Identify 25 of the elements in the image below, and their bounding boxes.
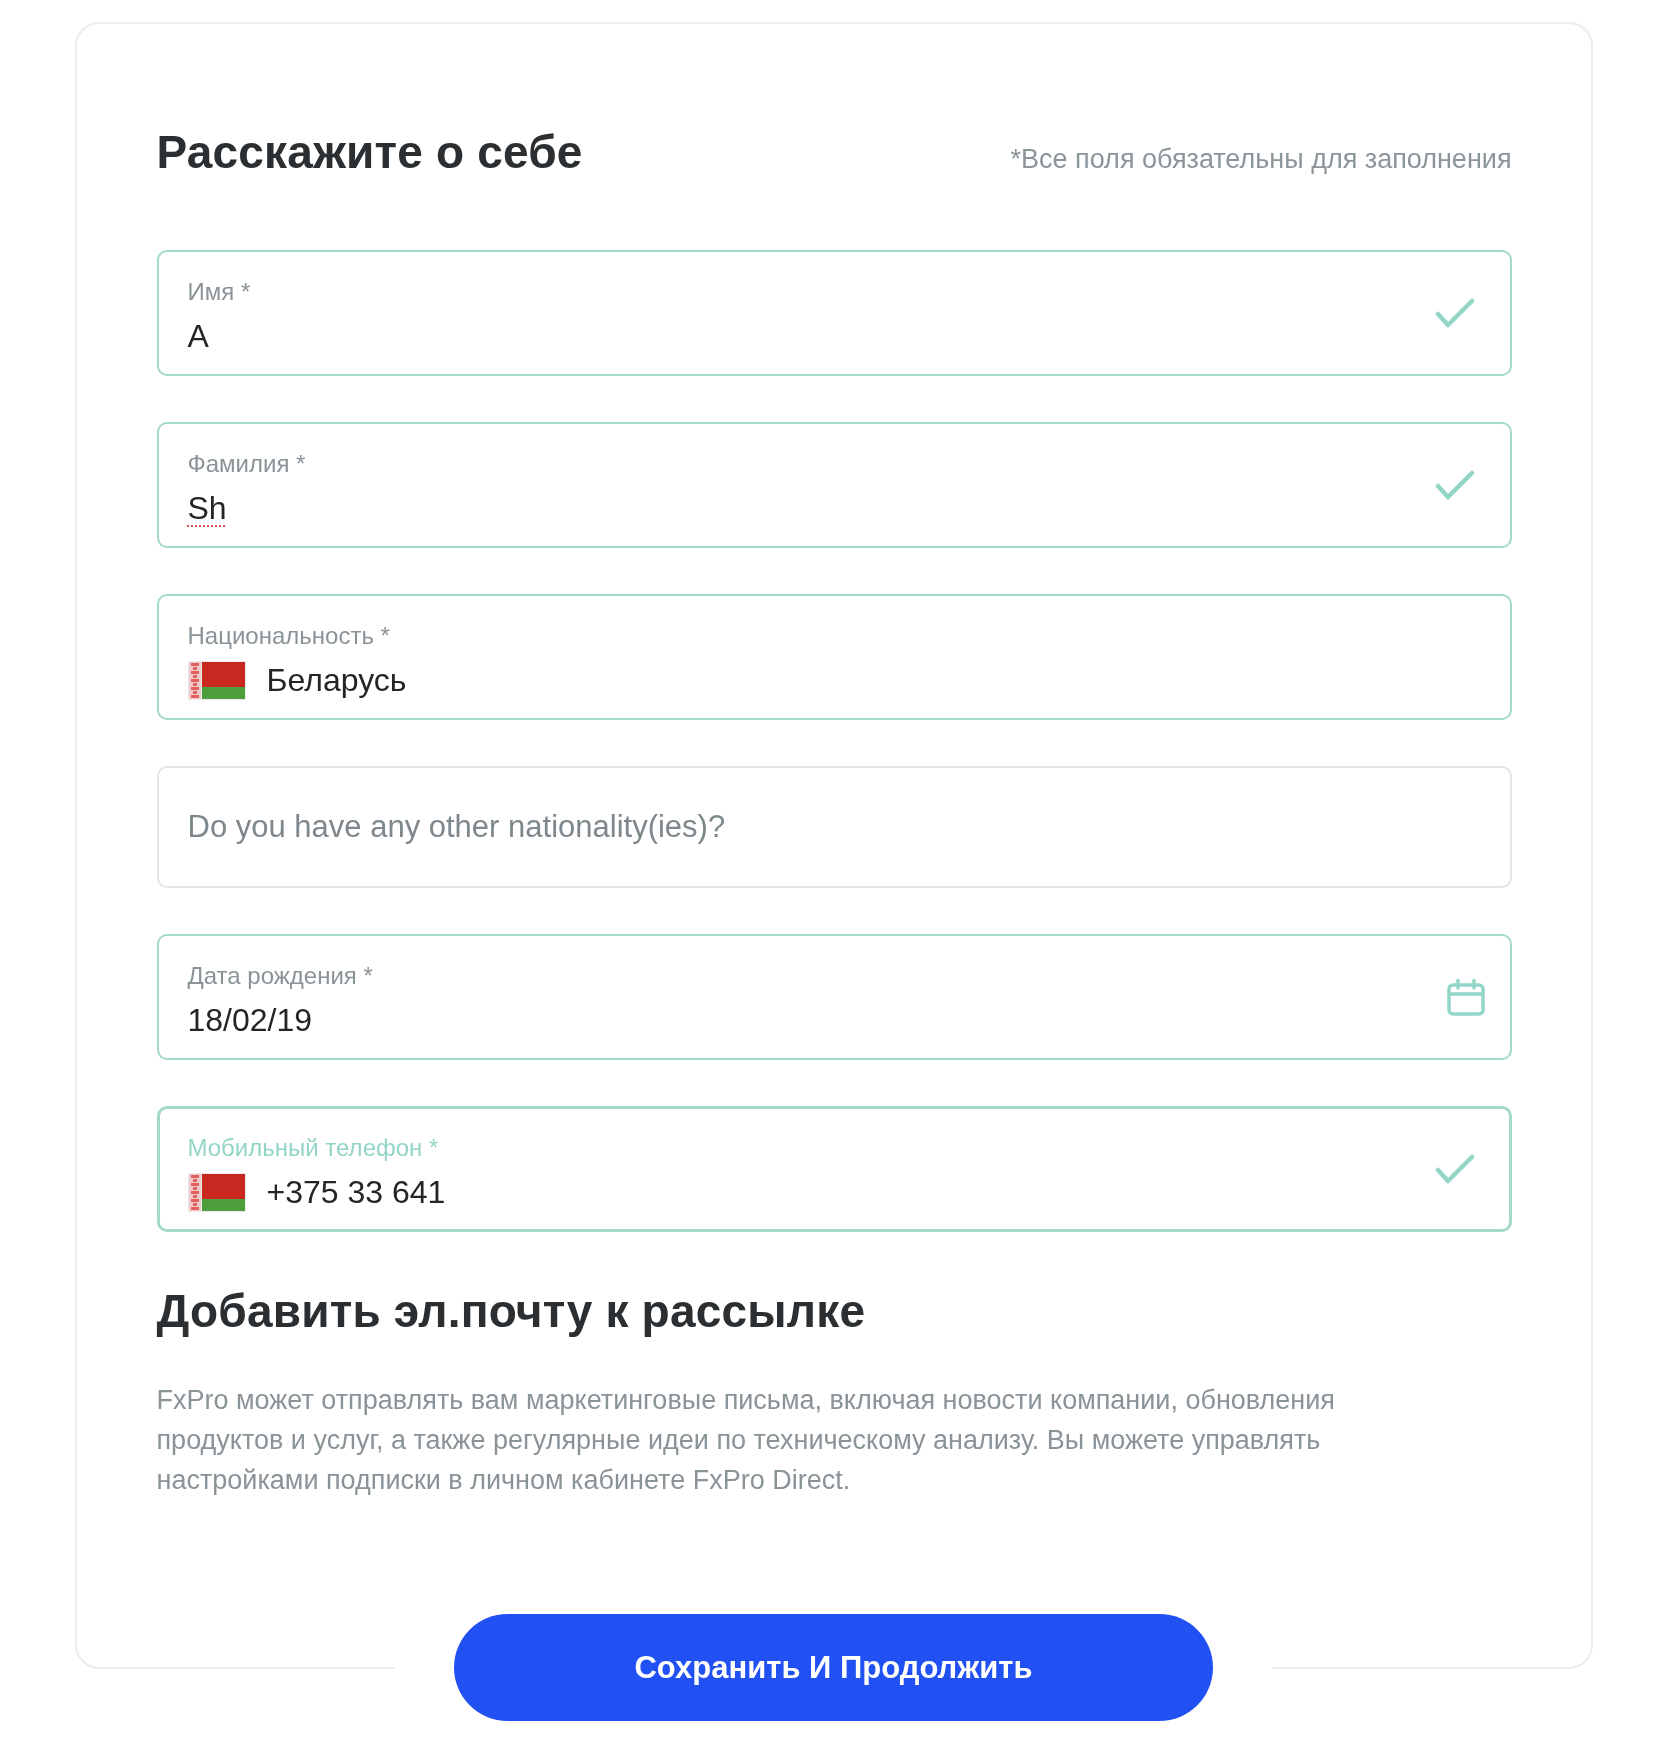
field-label: Дата рождения * [187,962,373,990]
text-field[interactable]: Do you have any other nationality(ies)? [156,766,1512,888]
input-value: +375 33 641 [266,1173,446,1212]
text-field[interactable]: Имя * A [156,250,1512,376]
flag-icon [187,1172,246,1212]
date-field[interactable]: Дата рождения * 18/02/19 [156,934,1512,1060]
calendar-icon[interactable] [1446,978,1485,1016]
input-value: Беларусь [266,661,407,700]
country-select[interactable]: Национальность * Беларусь [156,594,1512,720]
field-label: Мобильный телефон * [187,1134,439,1162]
newsletter-text: FxPro может отправлять вам маркетинговые письма, включая новости компании, обновления продуктов и услуг, а также регулярные идеи по техническому анализу. Вы можете управлять настройками подписки в личном кабинете FxPro Direct. [156,1384,1336,1497]
save-continue-button[interactable]: Сохранить И Продолжить [454,1614,1213,1721]
form-title: Расскажите о себе [156,125,583,180]
field-label: Национальность * [187,622,390,650]
input-value: A [187,317,209,356]
field-label: Фамилия * [187,450,306,478]
input-value: Sh [187,489,227,528]
input-value: 18/02/19 [187,1001,313,1040]
phone-field[interactable]: Мобильный телефон * +375 33 641 [156,1106,1512,1232]
flag-icon [187,660,246,700]
required-note: *Все поля обязательны для заполнения [1010,144,1512,175]
placeholder-text: Do you have any other nationality(ies)? [187,808,726,846]
section-title: Добавить эл.почту к рассылке [156,1284,867,1339]
field-label: Имя * [187,278,251,306]
text-field[interactable]: Фамилия * Sh [156,422,1512,548]
